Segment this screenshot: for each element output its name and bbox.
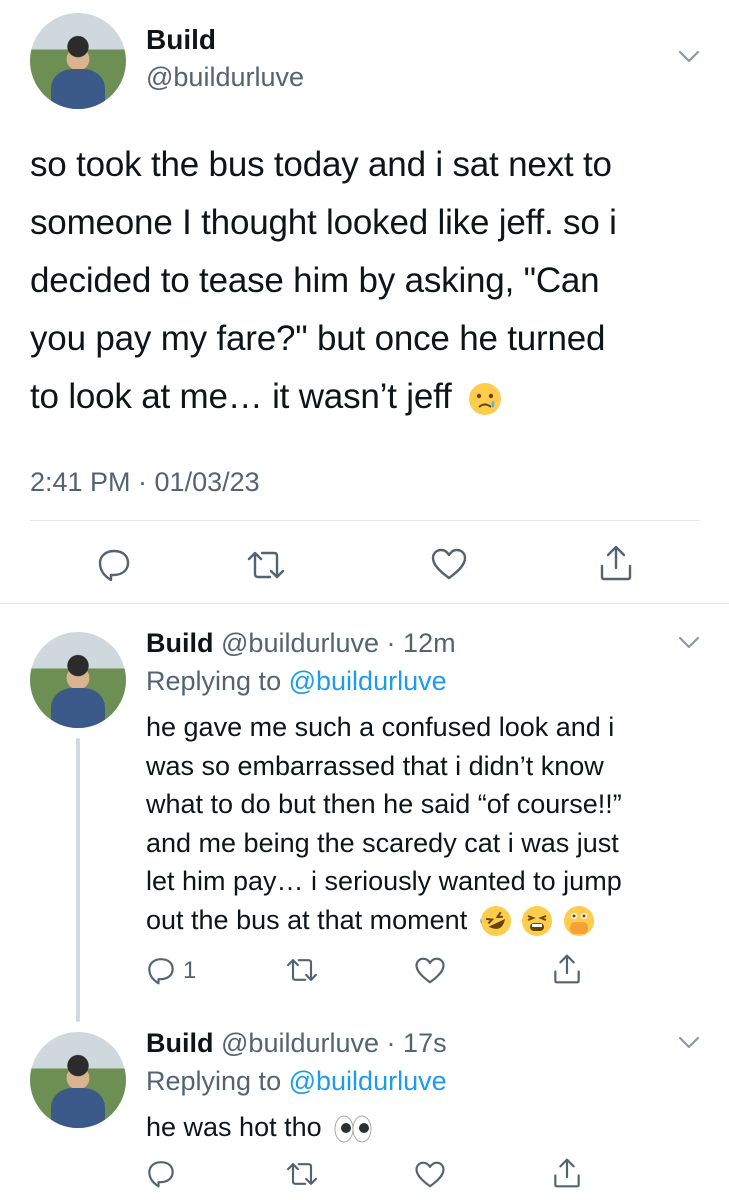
tweet-text-line: decided to tease him by asking, "Can [30,261,600,300]
chevron-down-icon[interactable] [678,1036,700,1050]
reply-header: Build @buildurluve · 17s [146,1028,447,1059]
avatar[interactable] [30,632,126,728]
chevron-down-icon[interactable] [678,636,700,650]
retweet-icon[interactable] [284,956,320,984]
reply-header: Build @buildurluve · 12m [146,628,456,659]
replying-to-handle[interactable]: @buildurluve [289,1066,447,1096]
tweet-text-line: to look at me… it wasn’t jeff [30,368,710,426]
replying-to-label: Replying to [146,1066,282,1096]
retweet-icon[interactable] [244,548,288,582]
tired-face-emoji [522,906,553,937]
tweet-text: he was hot tho [146,1108,716,1147]
user-handle[interactable]: @buildurluve [146,62,304,93]
chevron-down-icon[interactable] [678,50,700,64]
tweet-text-line: out the bus at that moment [146,901,716,940]
avatar[interactable] [30,13,126,109]
eyes-emoji [334,1115,372,1143]
tweet-text-line: someone I thought looked like jeff. so i [30,203,617,242]
tweet-text-line: let him pay… i seriously wanted to jump [146,866,622,896]
share-icon[interactable] [598,544,634,582]
tweet-text-line: what to do but then he said “of course!!… [146,789,622,819]
separator-dot: · [386,1028,396,1058]
replying-to-label: Replying to [146,666,282,696]
sad-tear-emoji [469,382,502,415]
replying-to: Replying to @buildurluve [146,666,447,697]
tweet-text-line: you pay my fare?" but once he turned [30,319,606,358]
reply-icon[interactable] [146,1158,176,1188]
like-icon[interactable] [414,956,446,985]
tweet-text-line-last: to look at me… it wasn’t jeff [30,377,452,416]
display-name[interactable]: Build [146,1028,214,1058]
relative-time[interactable]: 17s [403,1028,447,1058]
replying-to-handle[interactable]: @buildurluve [289,666,447,696]
divider [30,520,700,521]
display-name[interactable]: Build [146,628,214,658]
tweet-text-line: he was hot tho [146,1112,322,1142]
tweet-text: he gave me such a confused look and i wa… [146,708,716,939]
separator-dot: · [386,628,396,658]
tweet-text-line: so took the bus today and i sat next to [30,145,612,184]
tweet-text-line: and me being the scaredy cat i was just [146,827,619,858]
reply-count: 1 [183,957,197,984]
user-handle[interactable]: @buildurluve [221,628,379,658]
reply-icon[interactable] [96,546,132,582]
tweet-timestamp[interactable]: 2:41 PM · 01/03/23 [30,467,260,498]
like-icon[interactable] [414,1160,446,1189]
rofl-emoji [479,906,511,937]
reply-icon[interactable] [146,955,176,985]
tweet-text-line: was so embarrassed that i didn’t know [146,750,604,781]
tweet-text: so took the bus today and i sat next to … [30,136,710,426]
tweet-text-line: he gave me such a confused look and i [146,712,615,742]
face-with-hand-over-mouth-emoji [563,906,594,937]
like-icon[interactable] [430,547,468,581]
section-divider [0,603,729,604]
relative-time[interactable]: 12m [403,628,456,658]
tweet-text-line-last: out the bus at that moment [146,904,468,935]
share-icon[interactable] [552,953,582,985]
avatar[interactable] [30,1032,126,1128]
replying-to: Replying to @buildurluve [146,1066,447,1097]
display-name[interactable]: Build [146,24,216,56]
retweet-icon[interactable] [284,1160,320,1188]
share-icon[interactable] [552,1157,582,1189]
user-handle[interactable]: @buildurluve [221,1028,379,1058]
thread-line [76,738,80,1022]
